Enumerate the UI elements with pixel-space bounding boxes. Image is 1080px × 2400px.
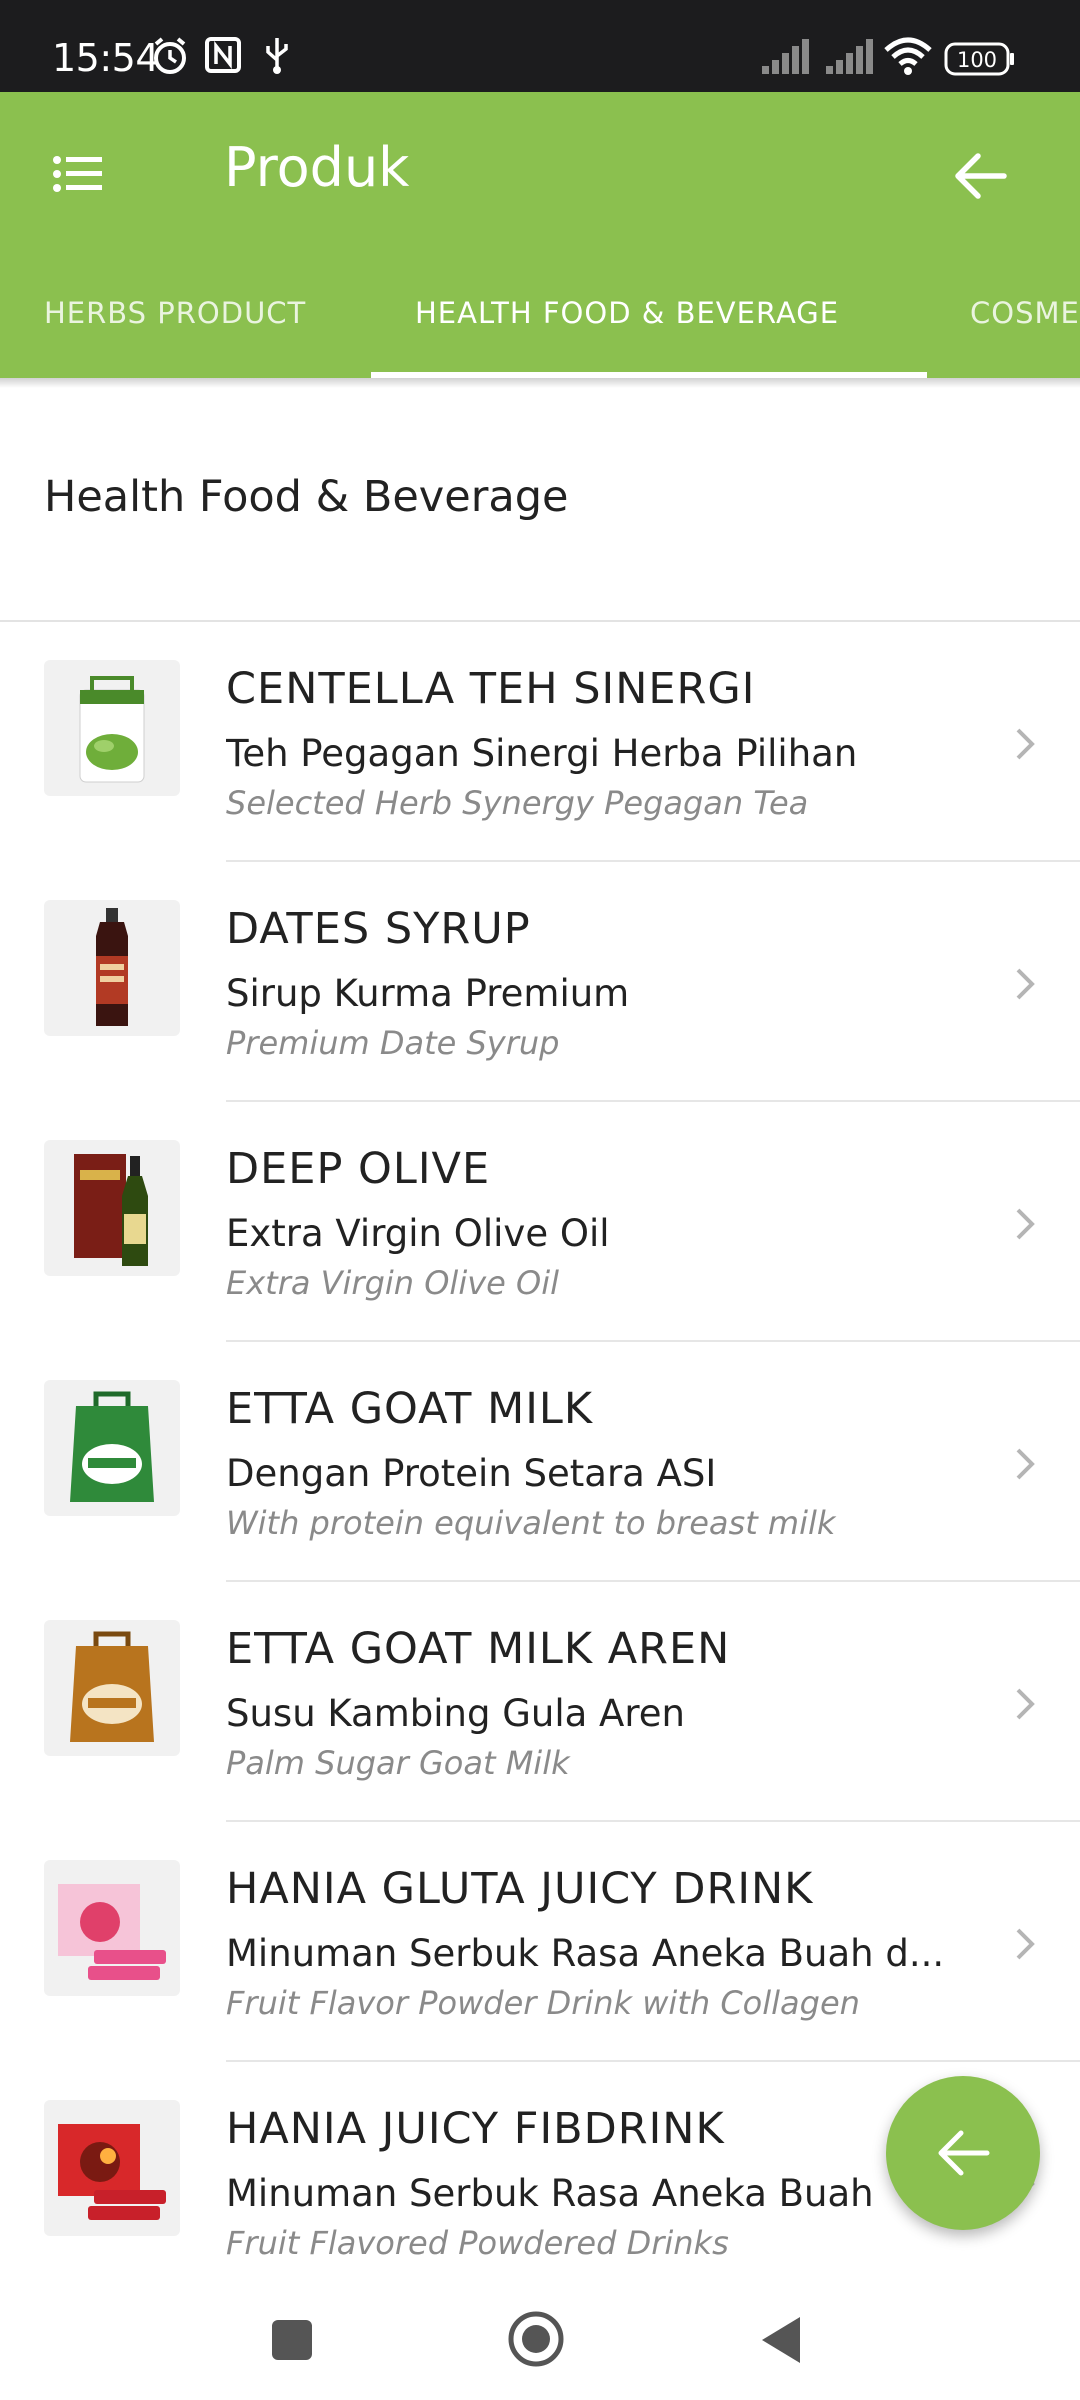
home-icon[interactable] [507,2310,565,2368]
product-subtitle: Sirup Kurma Premium [226,972,630,1015]
product-english-name: Premium Date Syrup [226,1024,560,1062]
product-image [44,1860,180,1996]
nfc-icon [205,37,241,73]
product-subtitle: Minuman Serbuk Rasa Aneka Buah [226,2172,874,2215]
recent-apps-icon[interactable] [270,2318,314,2362]
product-row-etta-goat-milk[interactable]: ETTA GOAT MILK Dengan Protein Setara ASI… [0,1342,1080,1582]
back-icon[interactable] [758,2314,804,2366]
product-english-name: Fruit Flavor Powder Drink with Collagen [226,1984,860,2022]
alarm-icon [154,37,186,74]
menu-icon[interactable] [52,148,104,200]
product-name: HANIA GLUTA JUICY DRINK [226,1864,814,1914]
product-subtitle: Dengan Protein Setara ASI [226,1452,717,1495]
chevron-right-icon [1016,728,1035,760]
svg-text:100: 100 [957,48,997,72]
product-english-name: Selected Herb Synergy Pegagan Tea [226,784,809,822]
page-title: Produk [224,136,410,199]
product-row-centella[interactable]: CENTELLA TEH SINERGI Teh Pegagan Sinergi… [0,622,1080,862]
product-image [44,1140,180,1276]
back-arrow-icon [938,2130,990,2176]
product-subtitle: Susu Kambing Gula Aren [226,1692,685,1735]
chevron-right-icon [1016,1928,1035,1960]
battery-icon: 100 [944,42,1014,76]
signal-icon [826,39,873,74]
usb-icon [266,38,288,74]
product-row-dates-syrup[interactable]: DATES SYRUP Sirup Kurma Premium Premium … [0,862,1080,1102]
product-english-name: With protein equivalent to breast milk [226,1504,836,1542]
product-name: ETTA GOAT MILK AREN [226,1624,731,1674]
chevron-right-icon [1016,1208,1035,1240]
section-title: Health Food & Beverage [44,472,569,522]
product-name: DATES SYRUP [226,904,531,954]
product-name: HANIA JUICY FIBDRINK [226,2104,725,2154]
product-image [44,660,180,796]
navigation-bar [0,2280,1080,2400]
product-row-etta-goat-milk-aren[interactable]: ETTA GOAT MILK AREN Susu Kambing Gula Ar… [0,1582,1080,1822]
tab-cosmetics[interactable]: COSME [970,270,1080,378]
product-subtitle: Minuman Serbuk Rasa Aneka Buah d... [226,1932,945,1975]
tab-herbs-product[interactable]: HERBS PRODUCT [44,270,306,378]
product-image [44,2100,180,2236]
product-name: CENTELLA TEH SINERGI [226,664,756,714]
product-name: DEEP OLIVE [226,1144,491,1194]
category-tabs: HERBS PRODUCT HEALTH FOOD & BEVERAGE COS… [0,270,1080,378]
signal-icon [762,39,809,74]
product-image [44,900,180,1036]
chevron-right-icon [1016,1448,1035,1480]
back-arrow-icon[interactable] [950,146,1010,206]
back-fab[interactable] [886,2076,1040,2230]
product-subtitle: Teh Pegagan Sinergi Herba Pilihan [226,732,858,775]
product-row-deep-olive[interactable]: DEEP OLIVE Extra Virgin Olive Oil Extra … [0,1102,1080,1342]
product-english-name: Fruit Flavored Powdered Drinks [226,2224,729,2262]
chevron-right-icon [1016,1688,1035,1720]
product-subtitle: Extra Virgin Olive Oil [226,1212,610,1255]
product-image [44,1620,180,1756]
status-bar: 15:54 100 [0,0,1080,92]
product-english-name: Extra Virgin Olive Oil [226,1264,559,1302]
product-image [44,1380,180,1516]
product-row-hania-gluta-juicy-drink[interactable]: HANIA GLUTA JUICY DRINK Minuman Serbuk R… [0,1822,1080,2062]
chevron-right-icon [1016,968,1035,1000]
tab-health-food-beverage[interactable]: HEALTH FOOD & BEVERAGE [415,270,839,378]
status-time: 15:54 [52,36,160,80]
product-name: ETTA GOAT MILK [226,1384,594,1434]
wifi-icon [884,37,932,75]
product-english-name: Palm Sugar Goat Milk [226,1744,570,1782]
